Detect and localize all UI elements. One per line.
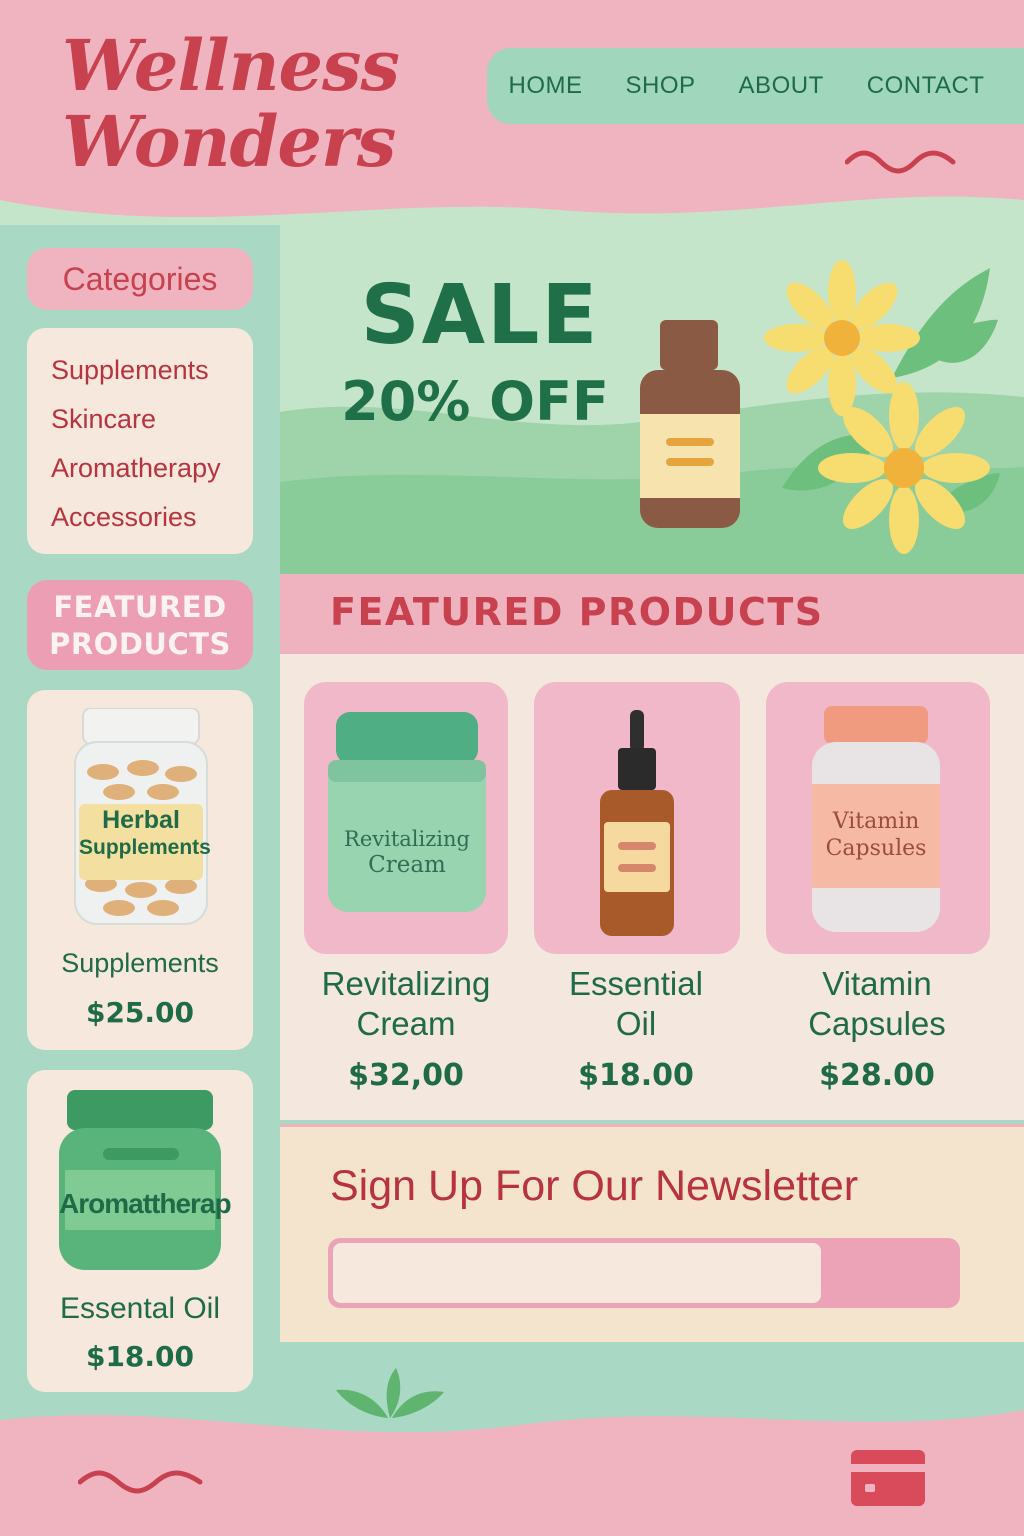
product-name-line-2: Capsules: [808, 1005, 946, 1042]
newsletter-email-input[interactable]: [333, 1243, 821, 1303]
product-name-vitamin-capsules[interactable]: Vitamin Capsules: [764, 964, 990, 1044]
category-aromatherapy[interactable]: Aromatherapy: [51, 444, 253, 493]
jar-label-line-1: Herbal: [102, 806, 180, 834]
nav-shop[interactable]: SHOP: [626, 72, 696, 100]
main-nav: HOME SHOP ABOUT CONTACT: [487, 48, 1024, 124]
newsletter-title: Sign Up For Our Newsletter: [330, 1162, 859, 1210]
sidebar-featured-heading: FEATURED PRODUCTS: [27, 580, 253, 670]
jar-label-herbal-supplements: Herbal Supplements: [79, 806, 211, 862]
product-price: $18.00: [85, 1340, 195, 1373]
jar-label-line-2: Supplements: [79, 836, 211, 859]
wave-icon: [845, 150, 956, 174]
sale-subtitle: 20% OFF: [341, 370, 609, 433]
product-name-line-1: Vitamin: [822, 965, 932, 1002]
sidebar-featured-heading-line-1: FEATURED: [53, 590, 227, 624]
product-price-essential-oil: $18.00: [578, 1058, 694, 1093]
bottle-icon: [640, 320, 740, 528]
jar-icon: [328, 712, 486, 912]
jar-icon: [59, 1090, 221, 1270]
card-icon[interactable]: [851, 1450, 925, 1506]
product-name-line-2: Oil: [615, 1005, 657, 1042]
featured-products-title: FEATURED PRODUCTS: [330, 590, 824, 634]
categories-heading: Categories: [27, 248, 253, 310]
category-skincare[interactable]: Skincare: [51, 395, 253, 444]
product-name-line-1: Revitalizing: [321, 965, 491, 1002]
card-icon-chip: [865, 1484, 875, 1492]
product-name-line-2: Cream: [356, 1005, 456, 1042]
dropper-bottle-icon: [600, 710, 674, 936]
product-name-line-1: Essential: [569, 965, 703, 1002]
wave-icon: [78, 1470, 203, 1494]
product-name: Essental Oil: [59, 1292, 221, 1325]
jar-label-revitalizing-cream: Revitalizing Cream: [326, 826, 488, 878]
newsletter-section: [280, 1124, 1024, 1342]
product-name: Supplements: [61, 948, 219, 978]
jar-label-aromatherapy: Aromattherap: [59, 1188, 232, 1219]
newsletter-submit-button[interactable]: [823, 1243, 955, 1303]
sidebar-product-card-essential-oil[interactable]: Aromattherap Essental Oil $18.00: [27, 1070, 253, 1392]
product-image-essential-oil[interactable]: [534, 682, 740, 954]
sale-title: SALE: [360, 268, 600, 363]
logo-line-2: Wonders: [62, 100, 396, 183]
jar-label-line-2: Cream: [368, 852, 446, 878]
sidebar-featured-heading-line-2: PRODUCTS: [49, 627, 231, 661]
jar-label-vitamin-capsules: Vitamin Capsules: [810, 808, 942, 862]
category-supplements[interactable]: Supplements: [51, 346, 253, 395]
nav-home[interactable]: HOME: [509, 72, 583, 100]
product-image-revitalizing-cream[interactable]: [304, 682, 508, 954]
jar-label-line-1: Vitamin: [832, 809, 920, 834]
nav-contact[interactable]: CONTACT: [867, 72, 985, 100]
card-icon-stripe: [851, 1464, 925, 1472]
logo-line-1: Wellness: [62, 24, 400, 107]
sidebar-product-card-supplements[interactable]: Herbal Supplements Supplements $25.00: [27, 690, 253, 1050]
product-name-revitalizing-cream[interactable]: Revitalizing Cream: [294, 964, 518, 1044]
jar-label-line-1: Revitalizing: [344, 827, 470, 851]
category-accessories[interactable]: Accessories: [51, 493, 253, 542]
product-price: $25.00: [85, 996, 195, 1029]
categories-list: Supplements Skincare Aromatherapy Access…: [27, 328, 253, 554]
product-name-essential-oil[interactable]: Essential Oil: [528, 964, 744, 1044]
logo[interactable]: Wellness Wonders: [62, 28, 482, 180]
product-price-vitamin-capsules: $28.00: [819, 1058, 935, 1093]
leaf-icon: [336, 1368, 444, 1418]
nav-about[interactable]: ABOUT: [739, 72, 824, 100]
jar-label-line-2: Capsules: [825, 836, 927, 861]
flower-icon: [764, 260, 1000, 554]
product-price-revitalizing-cream: $32,00: [348, 1058, 464, 1093]
